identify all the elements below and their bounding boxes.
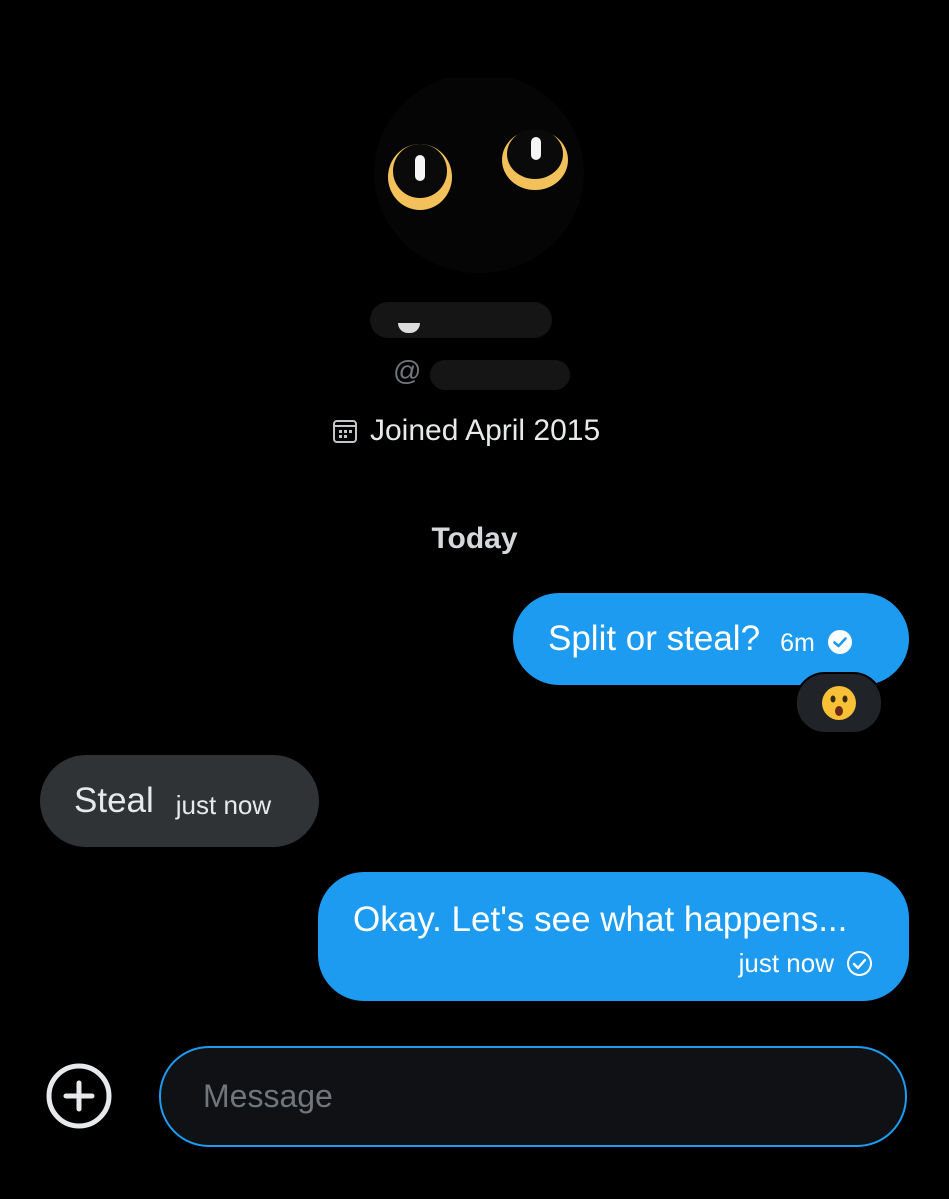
message-text: Okay. Let's see what happens...: [353, 900, 848, 939]
date-separator: Today: [431, 522, 518, 555]
astonished-face-emoji-icon: [822, 686, 856, 720]
read-receipt-icon: [827, 630, 852, 654]
message-composer[interactable]: [159, 1046, 907, 1147]
message-text: Split or steal?: [548, 619, 761, 658]
plus-circle-icon[interactable]: [46, 1063, 112, 1129]
message-reaction[interactable]: [795, 672, 883, 734]
message-bubble-received[interactable]: Steal just now: [40, 755, 319, 847]
sent-status-icon: [847, 951, 872, 976]
profile-handle: @: [393, 355, 422, 386]
calendar-icon: [333, 420, 357, 443]
message-text: Steal: [74, 781, 154, 820]
joined-date-row: Joined April 2015: [332, 414, 600, 448]
redacted-handle: [430, 360, 570, 390]
message-timestamp: just now: [175, 789, 272, 820]
message-input[interactable]: [201, 1077, 905, 1116]
message-meta: just now: [739, 948, 873, 979]
message-bubble-sent[interactable]: Okay. Let's see what happens... just now: [318, 872, 909, 1001]
message-timestamp: 6m: [780, 628, 815, 657]
joined-date-text: Joined April 2015: [370, 414, 601, 447]
redacted-display-name: [370, 302, 552, 338]
message-timestamp: just now: [738, 948, 834, 978]
cat-left-eye: [388, 144, 452, 210]
profile-avatar[interactable]: [370, 78, 588, 278]
